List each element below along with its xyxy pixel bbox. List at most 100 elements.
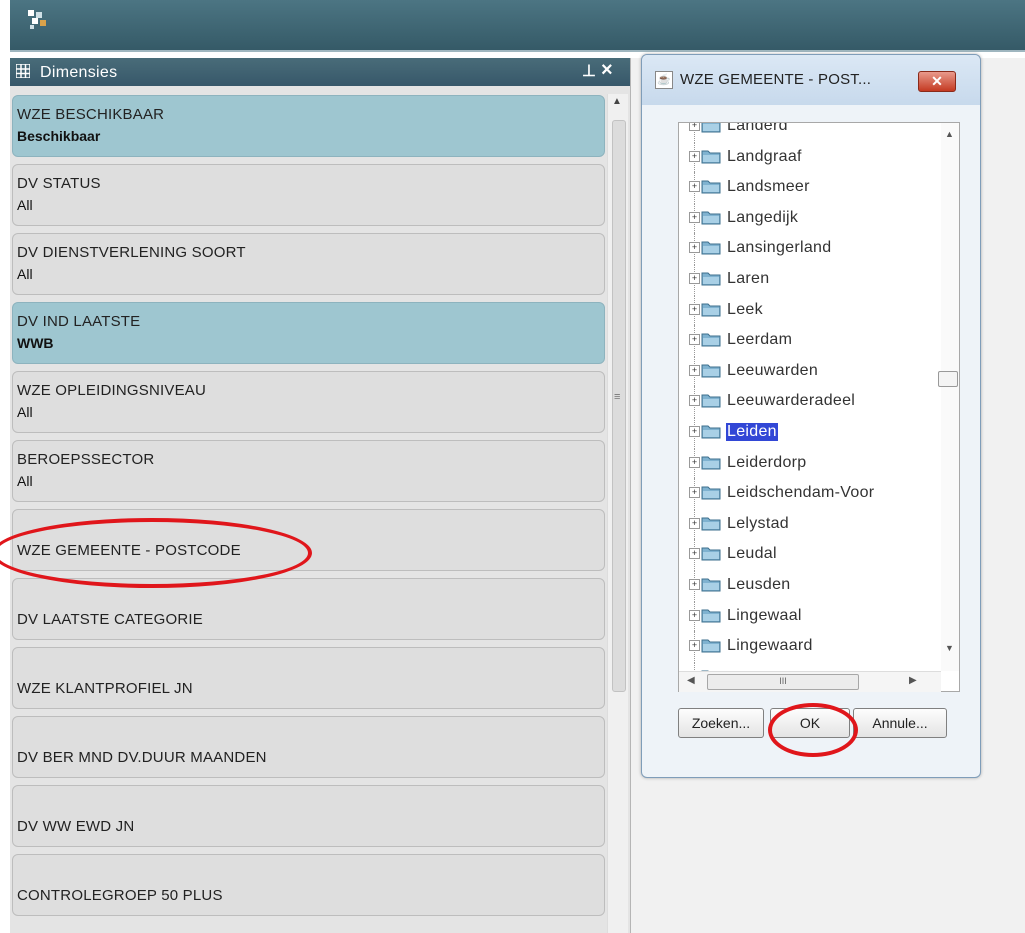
tree-item[interactable]: + Leerdam — [689, 325, 939, 356]
plus-expander-icon[interactable]: + — [689, 579, 700, 590]
plus-expander-icon[interactable]: + — [689, 426, 700, 437]
folder-icon — [701, 486, 721, 500]
plus-expander-icon[interactable]: + — [689, 242, 700, 254]
dimension-name: DV WW EWD JN — [17, 818, 135, 835]
folder-icon — [701, 639, 721, 653]
tree-item[interactable]: + Lingewaard — [689, 631, 939, 662]
folder-icon — [701, 609, 721, 623]
tree-item[interactable]: + Lingewaal — [689, 600, 939, 631]
tree-item-label: Landsmeer — [727, 178, 810, 196]
dimension-item[interactable]: CONTROLEGROEP 50 PLUS — [12, 854, 605, 916]
dimension-item[interactable]: WZE OPLEIDINGSNIVEAU All — [12, 371, 605, 433]
cancel-button[interactable]: Annule... — [853, 708, 947, 738]
scrollbar-thumb[interactable] — [938, 371, 958, 387]
grip-icon: ≡ — [614, 391, 621, 403]
tree-item[interactable]: + — [689, 661, 939, 671]
tree-item-label: Leudal — [727, 545, 777, 563]
tree-item-label: Leiderdorp — [727, 453, 807, 471]
plus-expander-icon[interactable]: + — [689, 609, 700, 621]
scroll-up-icon[interactable]: ▲ — [945, 129, 954, 139]
tree-item[interactable]: + Leek — [689, 294, 939, 325]
plus-expander-icon[interactable]: + — [689, 303, 700, 315]
scrollbar-thumb[interactable]: ≡ — [612, 120, 626, 692]
dimension-item[interactable]: BEROEPSSECTOR All — [12, 440, 605, 502]
plus-expander-icon[interactable]: + — [689, 548, 700, 560]
plus-expander-icon[interactable]: + — [689, 640, 700, 652]
gemeente-tree: + Landerd + Landgraaf + Landsmeer + Langedijk + L… — [678, 122, 960, 692]
plus-expander-icon[interactable]: + — [689, 123, 700, 131]
scroll-left-icon[interactable]: ◀ — [687, 675, 695, 686]
tree-item-label: Lingewaard — [727, 637, 813, 655]
tree-item[interactable]: + Leeuwarderadeel — [689, 386, 939, 417]
folder-icon — [701, 150, 721, 164]
plus-expander-icon[interactable]: + — [689, 364, 700, 376]
tree-item[interactable]: + Landgraaf — [689, 141, 939, 172]
folder-icon — [701, 303, 721, 317]
tree-horizontal-scrollbar[interactable]: ◀ III ▶ — [679, 671, 941, 692]
plus-expander-icon[interactable]: + — [689, 487, 700, 499]
dimension-item[interactable]: WZE BESCHIKBAAR Beschikbaar — [12, 95, 605, 157]
tree-item[interactable]: + Leusden — [689, 570, 939, 600]
dialog-title: WZE GEMEENTE - POST... — [680, 71, 872, 88]
dimension-list-scrollbar[interactable]: ▲ ≡ — [607, 94, 628, 933]
dimension-item[interactable]: DV BER MND DV.DUUR MAANDEN — [12, 716, 605, 778]
close-icon[interactable]: × — [601, 59, 613, 82]
plus-expander-icon[interactable]: + — [689, 334, 700, 346]
dialog-close-button[interactable]: ✕ — [918, 71, 956, 92]
plus-expander-icon[interactable]: + — [689, 211, 700, 223]
dimension-value: All — [17, 266, 33, 282]
tree-item[interactable]: + Langedijk — [689, 202, 939, 233]
tree-item[interactable]: + Leiden — [689, 417, 939, 447]
pin-icon[interactable]: ⊥ — [582, 61, 596, 81]
tree-item[interactable]: + Lansingerland — [689, 233, 939, 264]
tree-item-label: Landgraaf — [727, 147, 802, 165]
folder-icon — [701, 394, 721, 408]
plus-expander-icon[interactable]: + — [689, 273, 700, 284]
dimension-item[interactable]: DV WW EWD JN — [12, 785, 605, 847]
dimension-item[interactable]: DV LAATSTE CATEGORIE — [12, 578, 605, 640]
dimension-item[interactable]: DV STATUS All — [12, 164, 605, 226]
tree-item-label: Laren — [727, 270, 770, 287]
application-toolbar — [10, 0, 1025, 52]
tree-item[interactable]: + Leudal — [689, 539, 939, 570]
folder-icon — [701, 333, 721, 347]
plus-expander-icon[interactable]: + — [689, 181, 700, 193]
scroll-down-icon[interactable]: ▼ — [945, 643, 954, 653]
dimension-name: DV DIENSTVERLENING SOORT — [17, 244, 246, 261]
ok-button[interactable]: OK — [770, 708, 850, 738]
dimension-value: Beschikbaar — [17, 128, 101, 144]
plus-expander-icon[interactable]: + — [689, 395, 700, 407]
plus-expander-icon[interactable]: + — [689, 150, 700, 162]
app-logo-icon — [28, 10, 46, 29]
search-button[interactable]: Zoeken... — [678, 708, 764, 738]
scroll-right-icon[interactable]: ▶ — [909, 675, 917, 686]
tree-item-label: Lingewaal — [727, 606, 802, 624]
tree-item[interactable]: + Laren — [689, 264, 939, 294]
scrollbar-thumb[interactable]: III — [707, 674, 859, 690]
tree-item[interactable]: + Leidschendam-Voor — [689, 478, 939, 509]
tree-vertical-scrollbar[interactable]: ▲ ▼ — [938, 123, 959, 671]
tree-item[interactable]: + Lelystad — [689, 508, 939, 539]
folder-icon — [701, 456, 721, 470]
dimension-name: CONTROLEGROEP 50 PLUS — [17, 887, 223, 904]
tree-item-label: Leusden — [727, 576, 791, 593]
dimension-name: WZE GEMEENTE - POSTCODE — [17, 542, 241, 559]
dimension-item[interactable]: DV DIENSTVERLENING SOORT All — [12, 233, 605, 295]
dimension-item[interactable]: DV IND LAATSTE WWB — [12, 302, 605, 364]
tree-item[interactable]: + Landsmeer — [689, 172, 939, 203]
dimension-name: DV BER MND DV.DUUR MAANDEN — [17, 749, 267, 766]
plus-expander-icon[interactable]: + — [689, 517, 700, 529]
tree-item[interactable]: + Leeuwarden — [689, 355, 939, 386]
scroll-up-icon[interactable]: ▲ — [612, 96, 622, 107]
grid-icon — [16, 64, 30, 78]
dimension-item[interactable]: WZE GEMEENTE - POSTCODE — [12, 509, 605, 571]
plus-expander-icon[interactable]: + — [689, 456, 700, 468]
dimension-name: WZE OPLEIDINGSNIVEAU — [17, 382, 207, 399]
tree-item-label: Lelystad — [727, 514, 789, 532]
dialog-titlebar[interactable]: ☕ WZE GEMEENTE - POST... ✕ — [642, 55, 980, 105]
dimension-item[interactable]: WZE KLANTPROFIEL JN — [12, 647, 605, 709]
folder-icon — [701, 364, 721, 378]
tree-item[interactable]: + Leiderdorp — [689, 447, 939, 478]
tree-item[interactable]: + Landerd — [689, 123, 939, 141]
panel-title: Dimensies — [40, 64, 118, 81]
